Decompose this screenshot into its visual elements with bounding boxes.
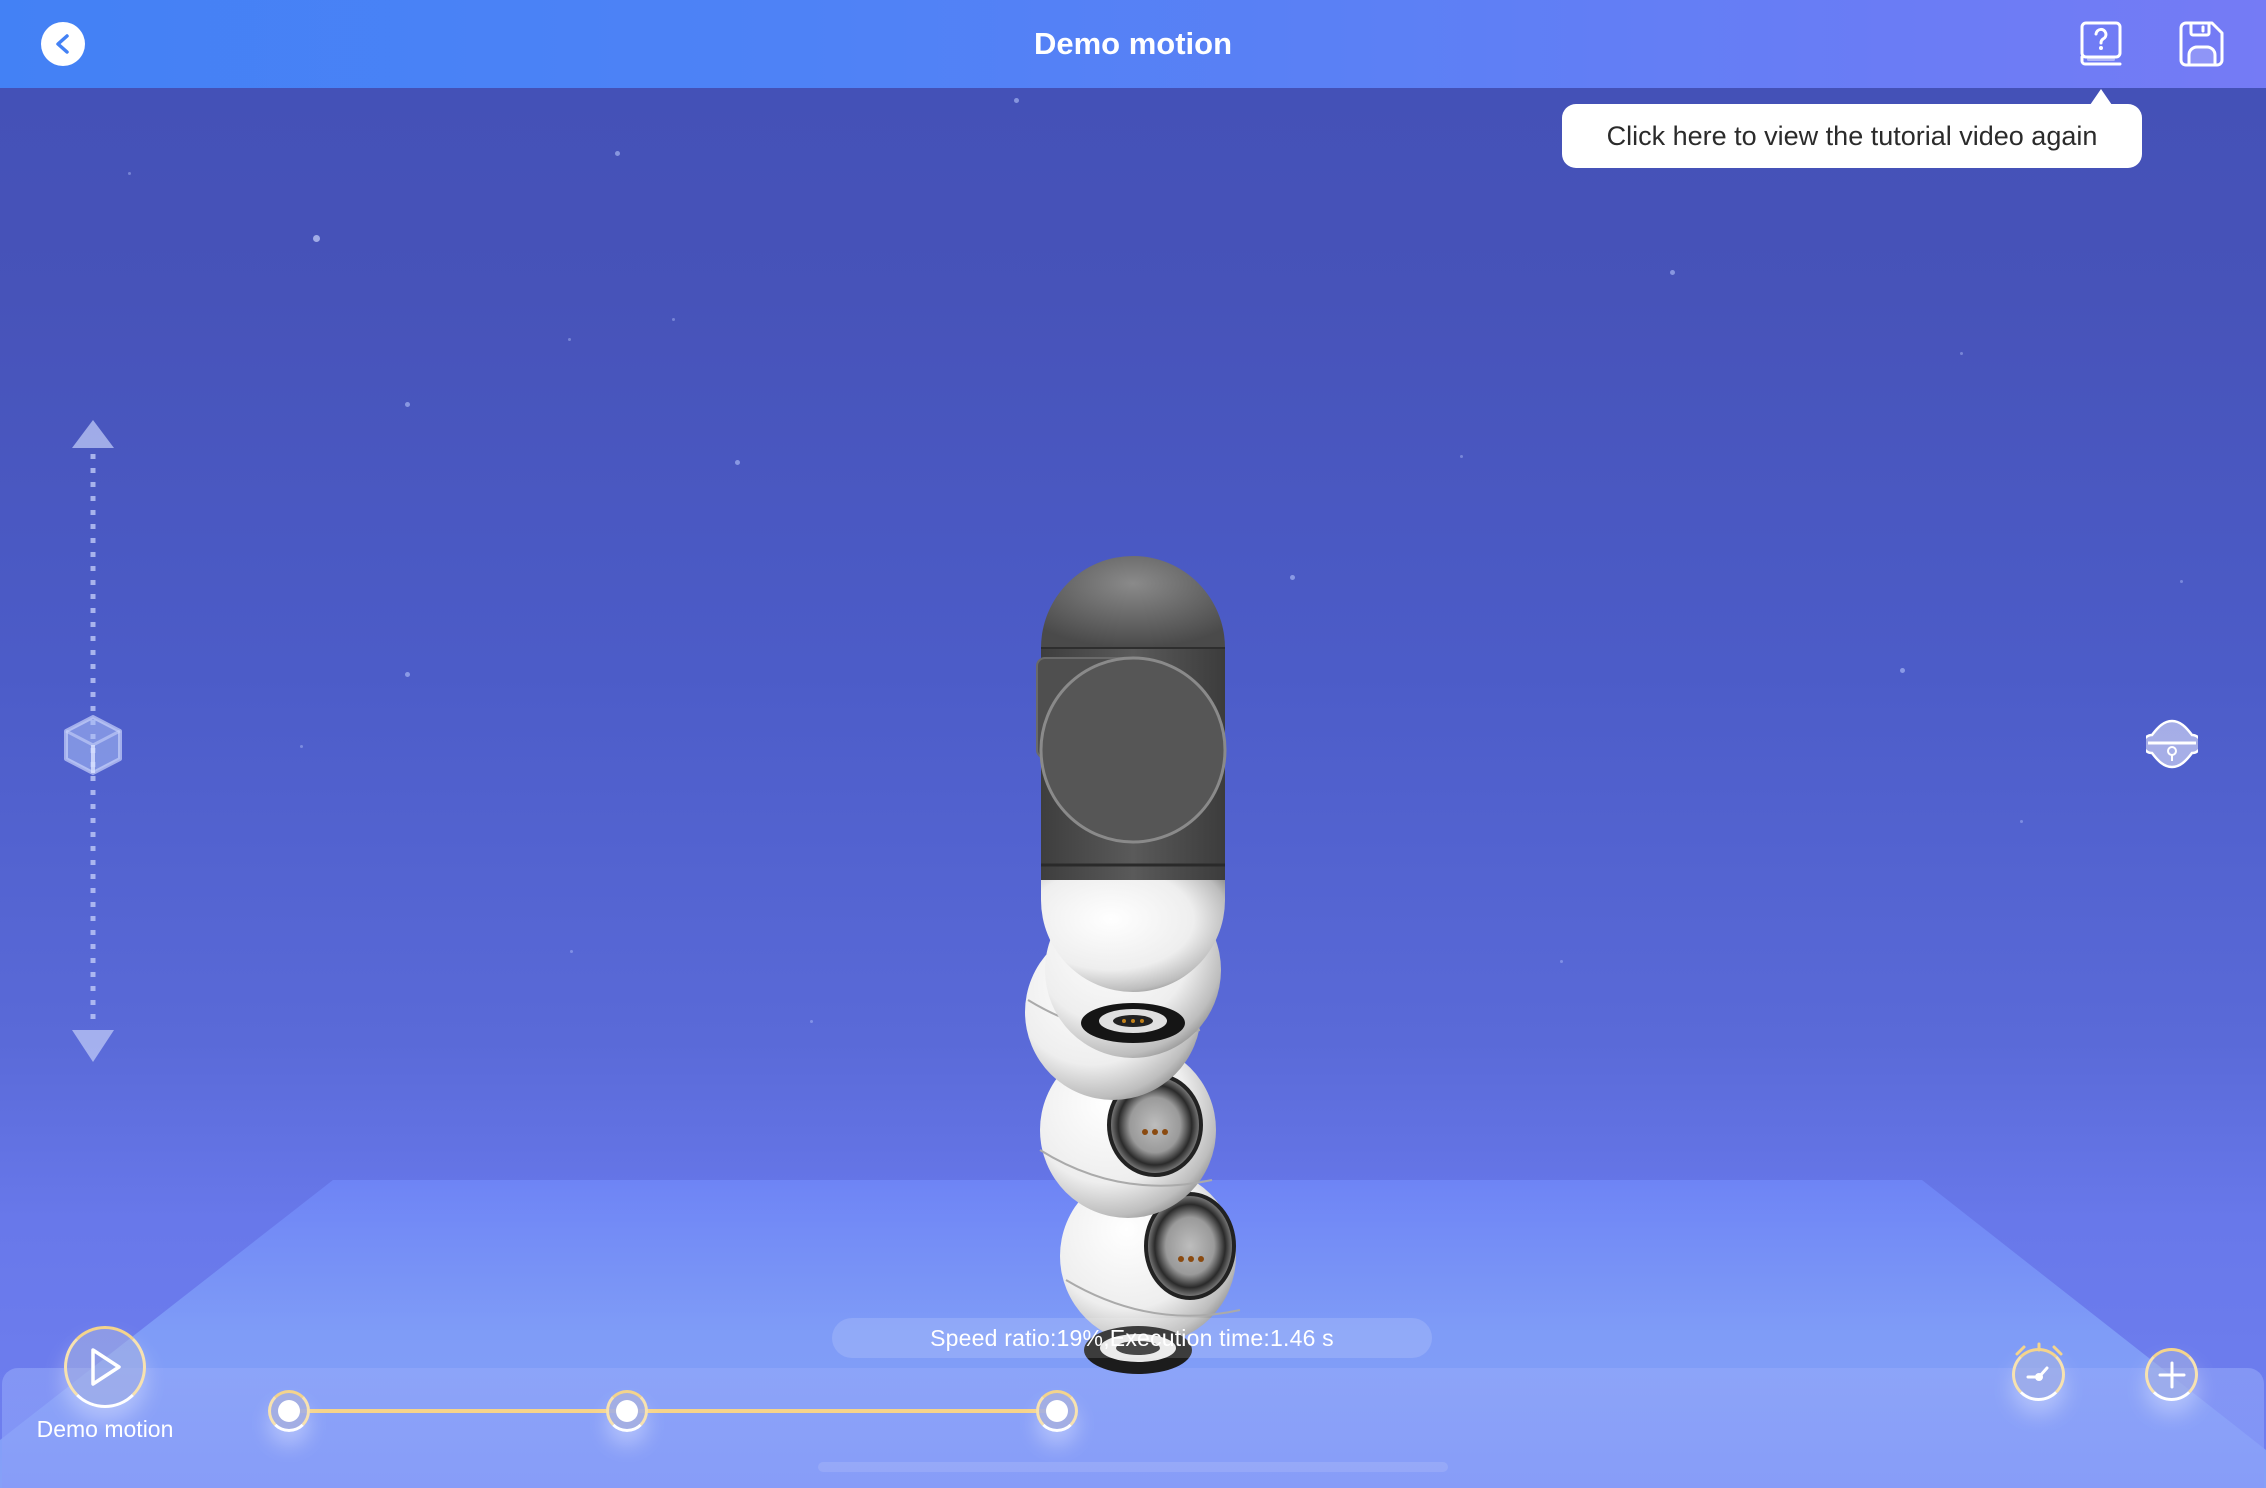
star	[1460, 455, 1463, 458]
timeline-scrollbar[interactable]	[818, 1462, 1448, 1472]
arrow-down-icon[interactable]	[72, 1030, 114, 1062]
star	[1560, 960, 1563, 963]
tutorial-tooltip[interactable]: Click here to view the tutorial video ag…	[1562, 104, 2142, 168]
star	[735, 460, 740, 465]
cube-icon[interactable]	[64, 715, 122, 775]
robot-model[interactable]	[1000, 540, 1280, 1380]
help-book-icon	[2080, 21, 2122, 66]
star	[313, 235, 320, 242]
star	[405, 402, 410, 407]
alarm-clock-icon	[2026, 1366, 2048, 1381]
star	[2180, 580, 2183, 583]
top-bar: Demo motion	[0, 0, 2266, 88]
play-button[interactable]	[64, 1326, 146, 1408]
play-icon	[91, 1348, 121, 1386]
robot-head[interactable]	[1036, 556, 1227, 880]
star	[810, 1020, 813, 1023]
chevron-left-icon	[56, 34, 69, 54]
timeline-node-dot	[278, 1400, 300, 1422]
timeline-node[interactable]	[1036, 1390, 1078, 1432]
view-orientation-button[interactable]	[2146, 718, 2198, 770]
star	[300, 745, 303, 748]
star	[568, 338, 571, 341]
timeline-node[interactable]	[606, 1390, 648, 1432]
save-floppy-icon	[2179, 21, 2224, 67]
timeline-node-dot	[616, 1400, 638, 1422]
star	[1670, 270, 1675, 275]
tooltip-caret	[2090, 89, 2112, 105]
star	[1014, 98, 1019, 103]
back-button[interactable]	[41, 22, 85, 66]
help-button[interactable]	[2078, 20, 2126, 68]
star	[128, 172, 131, 175]
speed-status-text: Speed ratio:19%,Execution time:1.46 s	[930, 1324, 1334, 1351]
timeline-node-dot	[1046, 1400, 1068, 1422]
star	[1960, 352, 1963, 355]
star	[570, 950, 573, 953]
star	[672, 318, 675, 321]
tooltip-text: Click here to view the tutorial video ag…	[1606, 120, 2098, 151]
speed-status: Speed ratio:19%,Execution time:1.46 s	[832, 1318, 1432, 1358]
add-keyframe-button[interactable]	[2145, 1348, 2198, 1401]
star	[405, 672, 410, 677]
view-orientation-icon	[2146, 719, 2198, 769]
timeline-node[interactable]	[268, 1390, 310, 1432]
plus-icon	[2158, 1361, 2185, 1388]
star	[615, 151, 620, 156]
star	[2020, 820, 2023, 823]
page-title: Demo motion	[1033, 26, 1233, 61]
arrow-up-icon[interactable]	[72, 420, 114, 448]
timeline-track	[289, 1409, 1057, 1413]
star	[1900, 668, 1905, 673]
save-button[interactable]	[2178, 20, 2226, 68]
height-slider[interactable]	[63, 420, 123, 1065]
motion-name-label: Demo motion	[36, 1416, 174, 1442]
star	[1290, 575, 1295, 580]
timer-button[interactable]	[2012, 1348, 2065, 1401]
